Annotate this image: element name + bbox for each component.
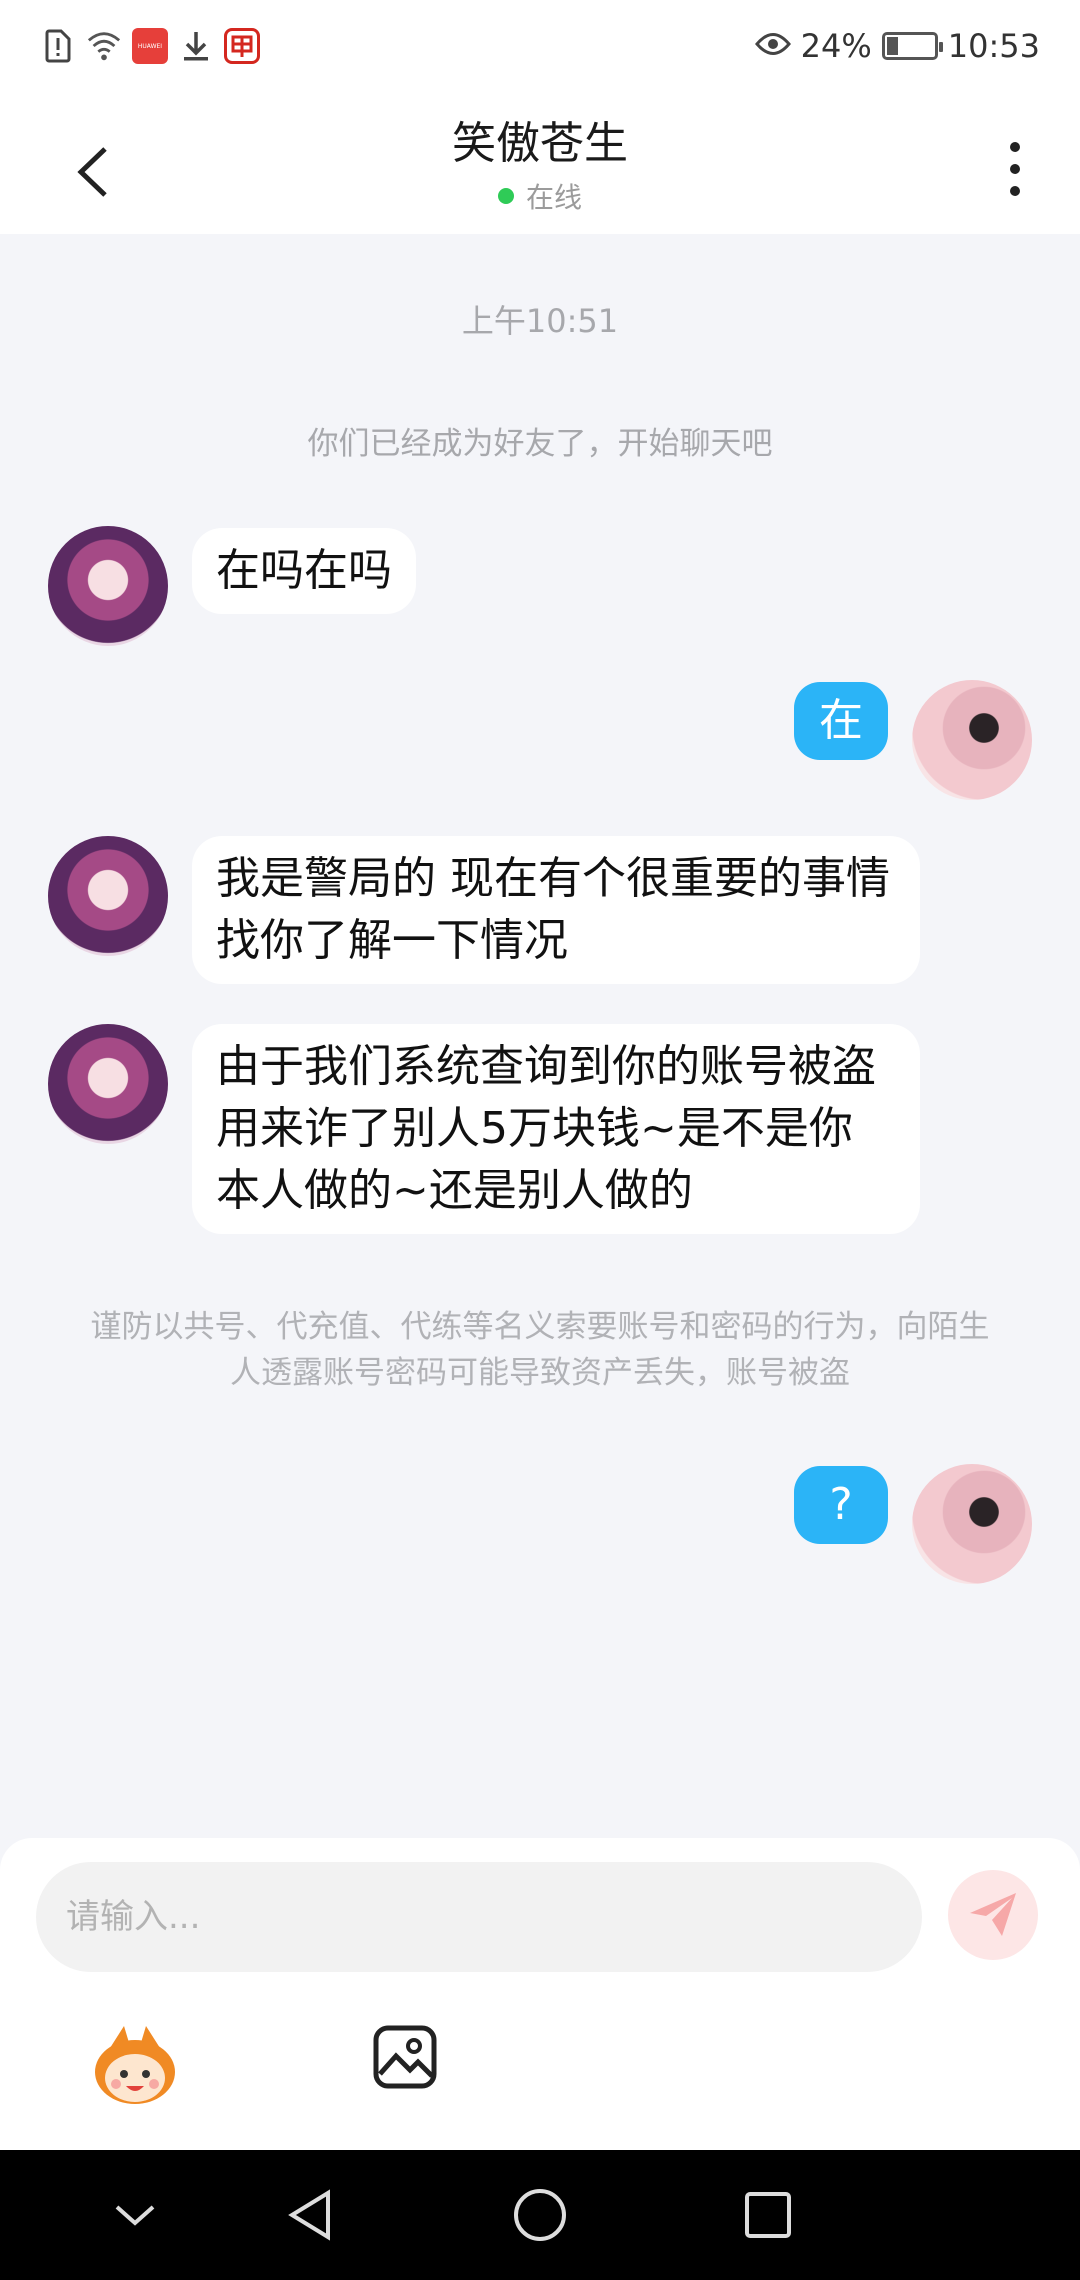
- chat-title-block: 笑傲苍生 在线: [240, 114, 840, 216]
- image-button[interactable]: [372, 2024, 438, 2090]
- presence-status: 在线: [240, 176, 840, 216]
- send-button[interactable]: [948, 1870, 1038, 1960]
- battery-level: [886, 37, 898, 55]
- circle-home-icon: [514, 2189, 566, 2241]
- chevron-left-icon: [77, 147, 107, 197]
- message-composer: [0, 1838, 1080, 2150]
- contact-avatar[interactable]: [48, 836, 168, 956]
- more-options-button[interactable]: [990, 134, 1040, 204]
- eye-comfort-icon: [754, 27, 791, 65]
- more-dot-icon: [1010, 186, 1020, 196]
- message-input[interactable]: [66, 1897, 892, 1937]
- nav-back-button[interactable]: [275, 2180, 345, 2250]
- incoming-message-bubble[interactable]: 由于我们系统查询到你的账号被盗用来诈了别人5万块钱~是不是你本人做的~还是别人做…: [192, 1024, 920, 1234]
- chat-area[interactable]: 上午10:51 你们已经成为好友了，开始聊天吧 在吗在吗 在 我是警局的 现在有…: [0, 234, 1080, 1838]
- presence-text: 在线: [525, 181, 582, 214]
- outgoing-message-bubble[interactable]: 在: [794, 682, 888, 760]
- battery-icon: [881, 32, 943, 60]
- my-avatar[interactable]: [912, 1464, 1032, 1584]
- paper-plane-icon: [970, 1893, 1016, 1936]
- nav-recents-button[interactable]: [733, 2180, 803, 2250]
- my-avatar[interactable]: [912, 680, 1032, 800]
- download-icon: [178, 28, 214, 64]
- message-input-container[interactable]: [36, 1862, 922, 1972]
- nav-collapse-button[interactable]: [100, 2180, 170, 2250]
- triangle-back-icon: [288, 2189, 330, 2241]
- chevron-down-icon: [115, 2205, 155, 2226]
- message-timestamp: 上午10:51: [461, 302, 619, 340]
- status-icons-left: HUAWEI: [40, 26, 260, 66]
- security-warning: 谨防以共号、代充值、代练等名义索要账号和密码的行为，向陌生人透露账号密码可能导致…: [90, 1309, 990, 1391]
- image-icon: [373, 2025, 437, 2089]
- outgoing-message-bubble[interactable]: ?: [794, 1466, 888, 1544]
- chat-title: 笑傲苍生: [452, 118, 628, 169]
- sim-alert-icon: [40, 28, 76, 64]
- more-dot-icon: [1010, 142, 1020, 152]
- nav-home-button[interactable]: [505, 2180, 575, 2250]
- contact-avatar[interactable]: [48, 1024, 168, 1144]
- clock: 10:53: [947, 27, 1040, 65]
- huawei-app-icon: HUAWEI: [132, 28, 168, 64]
- battery-percent: 24%: [800, 27, 872, 65]
- square-recents-icon: [745, 2192, 791, 2238]
- status-icons-right: 24% 10:53: [754, 24, 1040, 68]
- incoming-message-bubble[interactable]: 我是警局的 现在有个很重要的事情找你了解一下情况: [192, 836, 920, 984]
- emoji-button[interactable]: [90, 2020, 180, 2110]
- status-bar: HUAWEI 24% 10:53: [0, 0, 1080, 92]
- system-message: 你们已经成为好友了，开始聊天吧: [307, 426, 773, 462]
- online-dot-icon: [497, 188, 514, 204]
- incoming-message-bubble[interactable]: 在吗在吗: [192, 528, 416, 614]
- wifi-icon: [86, 28, 122, 64]
- red-app-notification-icon: [224, 28, 260, 64]
- back-button[interactable]: [62, 132, 122, 212]
- contact-avatar[interactable]: [48, 526, 168, 646]
- mascot-emoji-icon: [95, 2026, 175, 2104]
- more-dot-icon: [1010, 164, 1020, 174]
- system-navigation-bar: [0, 2150, 1080, 2280]
- chat-header: 笑傲苍生 在线: [0, 92, 1080, 234]
